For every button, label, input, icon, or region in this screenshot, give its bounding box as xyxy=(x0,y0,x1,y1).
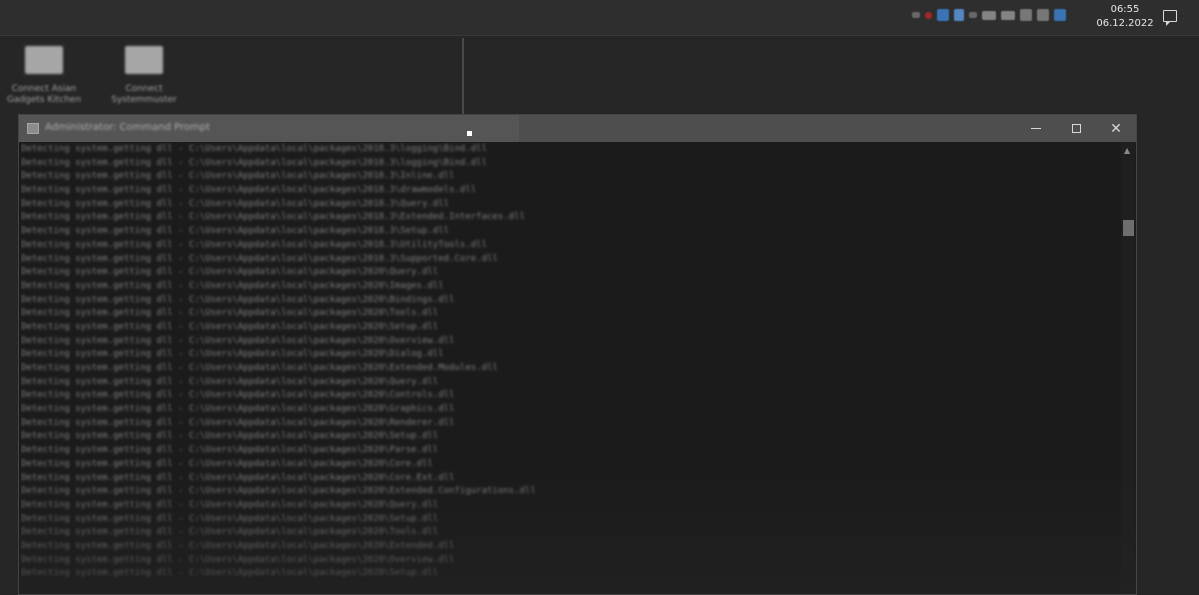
console-line: Detecting system.getting dll - C:\Users\… xyxy=(21,472,455,483)
chevron-up-icon[interactable] xyxy=(912,12,920,18)
console-line: Detecting system.getting dll - C:\Users\… xyxy=(21,280,444,291)
console-line: Detecting system.getting dll - C:\Users\… xyxy=(21,527,439,538)
clock-time: 06:55 xyxy=(1110,4,1140,15)
console-line: Detecting system.getting dll - C:\Users\… xyxy=(21,554,455,565)
window-title: Administrator: Command Prompt xyxy=(45,122,210,133)
battery-icon[interactable] xyxy=(982,10,996,20)
close-icon: ✕ xyxy=(1110,120,1122,137)
console-line: Detecting system.getting dll - C:\Users\… xyxy=(21,513,439,524)
keyboard-icon[interactable] xyxy=(1001,10,1015,20)
console-line: Detecting system.getting dll - C:\Users\… xyxy=(21,499,439,510)
console-line: Detecting system.getting dll - C:\Users\… xyxy=(21,486,536,497)
console-output[interactable]: Detecting system.getting dll - C:\Users\… xyxy=(21,143,581,595)
console-line: Detecting system.getting dll - C:\Users\… xyxy=(21,335,455,346)
scroll-up-icon[interactable]: ▲ xyxy=(1124,146,1130,155)
console-titlebar[interactable]: Administrator: Command Prompt ✕ xyxy=(19,115,1136,142)
taskbar-clock[interactable]: 06:55 06.12.2022 xyxy=(1095,3,1155,31)
speaker-icon[interactable] xyxy=(1037,9,1049,21)
tray-small-icon[interactable] xyxy=(969,12,977,18)
desktop-icon-connect-systemmuster[interactable]: Connect Systemmuster xyxy=(100,46,188,106)
console-line: Detecting system.getting dll - C:\Users\… xyxy=(21,144,487,154)
console-line: Detecting system.getting dll - C:\Users\… xyxy=(21,267,439,278)
console-line: Detecting system.getting dll - C:\Users\… xyxy=(21,568,439,579)
system-tray xyxy=(912,9,1066,21)
console-line: Detecting system.getting dll - C:\Users\… xyxy=(21,294,455,305)
antivirus-icon[interactable] xyxy=(925,11,932,19)
console-line: Detecting system.getting dll - C:\Users\… xyxy=(21,321,439,332)
console-window[interactable]: Administrator: Command Prompt ✕ Detectin… xyxy=(18,114,1137,595)
console-line: Detecting system.getting dll - C:\Users\… xyxy=(21,363,498,373)
console-line: Detecting system.getting dll - C:\Users\… xyxy=(21,253,498,264)
console-line: Detecting system.getting dll - C:\Users\… xyxy=(21,458,433,469)
console-line: Detecting system.getting dll - C:\Users\… xyxy=(21,540,455,551)
console-line: Detecting system.getting dll - C:\Users\… xyxy=(21,226,450,237)
console-line: Detecting system.getting dll - C:\Users\… xyxy=(21,185,477,196)
shortcut-icon xyxy=(125,46,163,74)
console-line: Detecting system.getting dll - C:\Users\… xyxy=(21,417,455,428)
console-line: Detecting system.getting dll - C:\Users\… xyxy=(21,390,455,401)
minimize-button[interactable] xyxy=(1016,115,1056,142)
scrollbar-thumb[interactable] xyxy=(1123,220,1134,236)
network-icon[interactable] xyxy=(1020,9,1032,21)
console-line: Detecting system.getting dll - C:\Users\… xyxy=(21,157,487,168)
maximize-icon xyxy=(1071,124,1081,133)
console-line: Detecting system.getting dll - C:\Users\… xyxy=(21,171,455,182)
maximize-button[interactable] xyxy=(1056,115,1096,142)
console-line: Detecting system.getting dll - C:\Users\… xyxy=(21,198,450,209)
console-line: Detecting system.getting dll - C:\Users\… xyxy=(21,404,455,415)
console-line: Detecting system.getting dll - C:\Users\… xyxy=(21,431,439,442)
console-line: Detecting system.getting dll - C:\Users\… xyxy=(21,308,439,319)
console-line: Detecting system.getting dll - C:\Users\… xyxy=(21,349,444,360)
desktop-icon-label: Connect Systemmuster xyxy=(111,84,177,105)
console-line: Detecting system.getting dll - C:\Users\… xyxy=(21,212,525,223)
vertical-scrollbar[interactable]: ▲ xyxy=(1121,142,1135,594)
mouse-cursor-icon xyxy=(467,131,472,136)
network-app-icon[interactable] xyxy=(954,9,964,21)
close-button[interactable]: ✕ xyxy=(1096,115,1136,142)
notification-center-icon[interactable] xyxy=(1163,10,1177,26)
clock-date: 06.12.2022 xyxy=(1096,18,1154,29)
command-prompt-icon xyxy=(27,123,39,134)
shortcut-icon xyxy=(25,46,63,74)
app-icon[interactable] xyxy=(937,9,949,21)
console-line: Detecting system.getting dll - C:\Users\… xyxy=(21,445,439,456)
console-line: Detecting system.getting dll - C:\Users\… xyxy=(21,239,487,250)
desktop-icon-label: Connect Asian Gadgets Kitchen xyxy=(6,84,82,105)
minimize-icon xyxy=(1031,128,1041,129)
taskbar: 06:55 06.12.2022 xyxy=(0,0,1199,36)
desktop-icon-connect-asian[interactable]: Connect Asian Gadgets Kitchen xyxy=(0,46,88,106)
cloud-icon[interactable] xyxy=(1054,9,1066,21)
console-line: Detecting system.getting dll - C:\Users\… xyxy=(21,376,439,387)
